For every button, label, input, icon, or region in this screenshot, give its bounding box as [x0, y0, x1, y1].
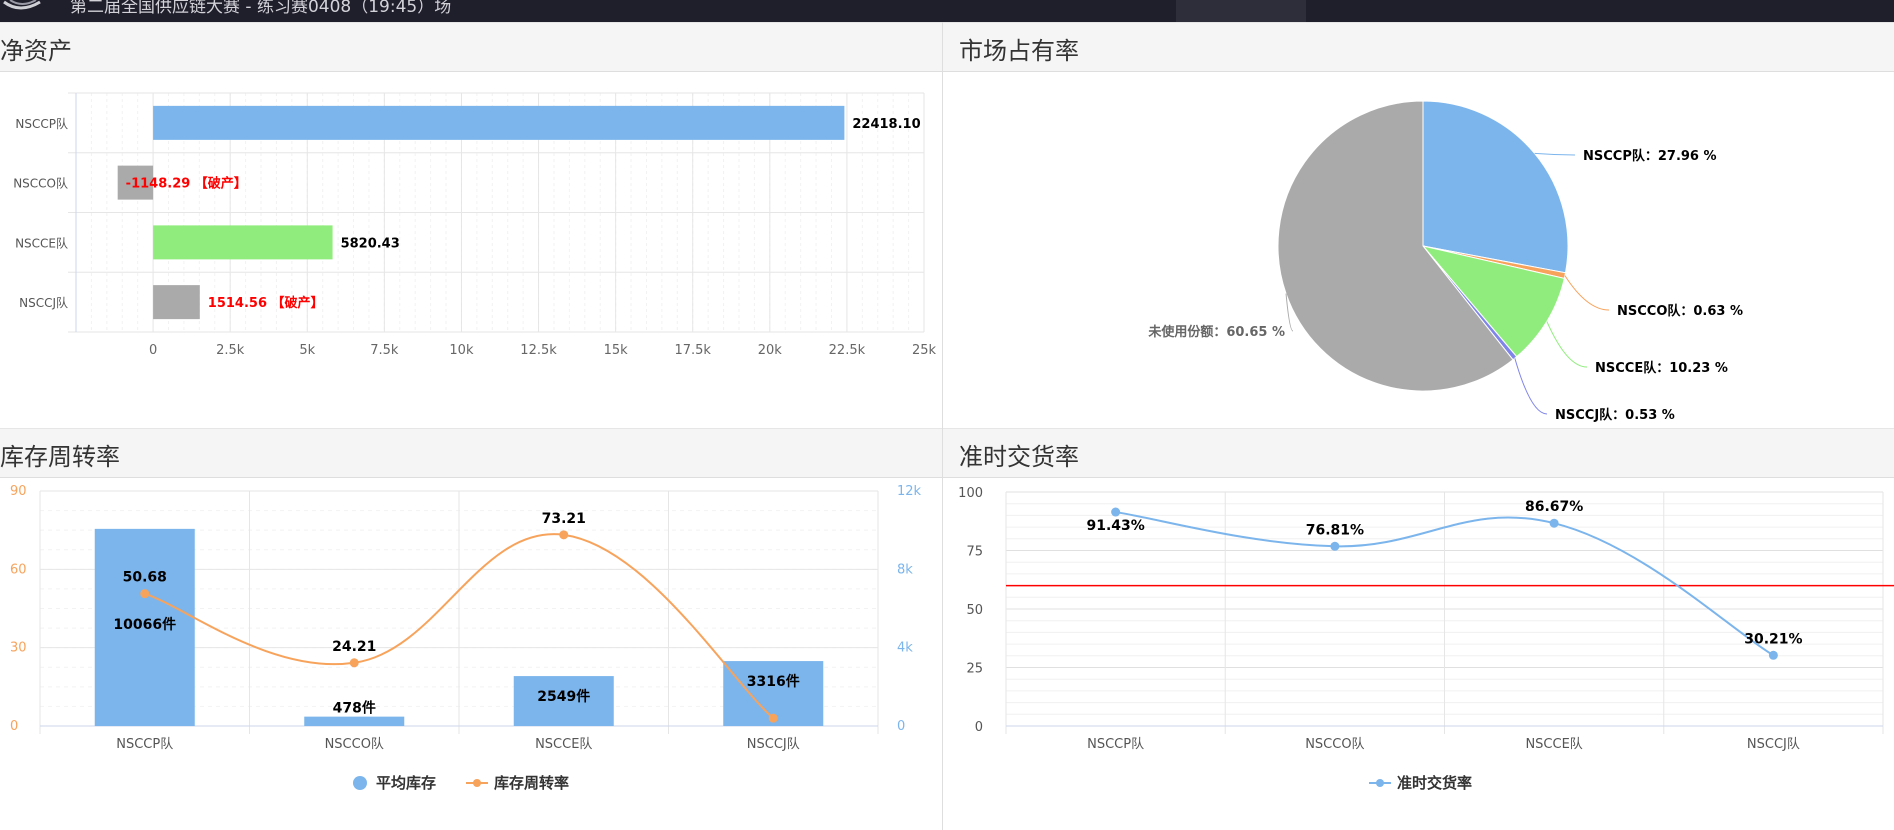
pie-label: NSCCO队：0.63 %	[1617, 304, 1743, 319]
panel-title: 库存周转率	[0, 443, 120, 471]
bar-data-label: 478件	[333, 700, 376, 717]
y-tick-label: 75	[966, 545, 983, 560]
x-tick-label: NSCCO队	[325, 737, 384, 752]
x-tick-label: 12.5k	[520, 343, 557, 358]
x-tick-label: 10k	[449, 343, 474, 358]
y-tick-label: NSCCO队	[13, 176, 68, 191]
panel-title: 准时交货率	[959, 443, 1079, 471]
right-y-tick-label: 8k	[897, 562, 913, 577]
line-data-label: 73.21	[542, 511, 586, 527]
line-data-label: 76.81%	[1306, 522, 1364, 538]
bar-data-label: 10066件	[113, 616, 176, 633]
x-tick-label: NSCCJ队	[1747, 737, 1800, 752]
logo-icon	[0, 0, 44, 22]
data-label: 22418.10	[852, 117, 920, 132]
legend-label: 准时交货率	[1397, 774, 1472, 792]
x-tick-label: NSCCE队	[1525, 737, 1582, 752]
left-y-tick-label: 0	[10, 719, 18, 734]
line-data-label: 86.67%	[1525, 499, 1583, 515]
x-tick-label: 2.5k	[216, 343, 245, 358]
x-tick-label: NSCCJ队	[747, 737, 800, 752]
on-time-delivery-panel: 准时交货率 0 25 50 75 100 NSCCP队 NSCCO队 NSCCE队 NSCCJ队…	[943, 428, 1894, 830]
data-label: 1514.56 【破产】	[208, 295, 324, 311]
x-tick-label: 25k	[912, 343, 937, 358]
y-tick-label: 0	[975, 720, 983, 735]
y-tick-label: 25	[966, 662, 983, 677]
line-data-label: 24.21	[332, 639, 376, 655]
x-tick-label: NSCCP队	[1087, 737, 1144, 752]
x-tick-label: 0	[149, 343, 157, 358]
right-y-tick-label: 0	[897, 719, 905, 734]
x-tick-label: NSCCP队	[116, 737, 173, 752]
legend-label: 平均库存	[376, 774, 436, 792]
line-data-label: 30.21%	[1744, 631, 1802, 647]
pie-slice	[1422, 100, 1569, 274]
inventory-turnover-chart: 0 30 60 90 0 4k 8k 12k NSCCP队 NSCCO队 NSCCE队 NSCCJ队 1…	[10, 484, 922, 792]
x-tick-label: 22.5k	[829, 343, 866, 358]
line-point	[1768, 650, 1778, 660]
bar	[153, 285, 200, 320]
pie-connector	[1534, 152, 1576, 156]
x-tick-label: 5k	[299, 343, 315, 358]
line-data-label: 50.68	[123, 570, 167, 586]
app-header: 第二届全国供应链大赛 - 练习赛0408（19:45）场	[0, 0, 1894, 22]
panel-title: 净资产	[0, 37, 72, 65]
left-y-tick-label: 30	[10, 641, 27, 656]
line-point	[349, 658, 359, 668]
x-tick-label: 15k	[604, 343, 629, 358]
left-y-tick-label: 60	[10, 562, 27, 577]
right-y-tick-label: 12k	[897, 484, 922, 499]
panel-header: 库存周转率	[0, 428, 942, 478]
bar	[304, 716, 405, 726]
net-assets-chart: 0 2.5k 5k 7.5k 10k 12.5k 15k 17.5k 20k 22.5k 25k NS…	[13, 92, 937, 358]
line-point	[140, 589, 150, 599]
left-y-tick-label: 90	[10, 484, 27, 499]
pie-connector	[1564, 275, 1610, 311]
pie-label: 未使用份额：60.65 %	[1147, 324, 1285, 340]
line-point	[559, 530, 569, 540]
inventory-turnover-panel: 库存周转率 0 30 60 90 0 4k 8k 12k NSCCP队 NSCCO队 NSCCE队 N…	[0, 428, 942, 830]
panel-header: 准时交货率	[943, 428, 1894, 478]
y-tick-label: NSCCE队	[15, 235, 68, 250]
header-tab[interactable]	[1176, 0, 1306, 22]
line-point	[1330, 541, 1340, 551]
y-tick-label: 50	[966, 603, 983, 618]
x-tick-label: NSCCE队	[535, 737, 592, 752]
app-title: 第二届全国供应链大赛 - 练习赛0408（19:45）场	[70, 0, 452, 17]
x-tick-label: 17.5k	[674, 343, 711, 358]
legend-marker	[473, 779, 481, 787]
on-time-delivery-chart: 0 25 50 75 100 NSCCP队 NSCCO队 NSCCE队 NSCCJ队 91.43%…	[958, 486, 1894, 792]
pie-connector	[1514, 358, 1548, 415]
market-share-panel: 市场占有率 NSCCP队：27.96 % NSCCO队：0.63 % NSCCE队：…	[943, 22, 1894, 428]
right-y-tick-label: 4k	[897, 641, 913, 656]
bar-data-label: 2549件	[537, 688, 590, 705]
bar	[153, 225, 333, 260]
x-tick-label: NSCCO队	[1305, 737, 1364, 752]
panel-header: 净资产	[0, 22, 942, 72]
y-tick-label: NSCCJ队	[19, 295, 68, 310]
x-tick-label: 7.5k	[370, 343, 399, 358]
panel-header: 市场占有率	[943, 22, 1894, 72]
y-tick-label: NSCCP队	[15, 116, 68, 131]
line-point	[768, 713, 778, 723]
pie-label: NSCCJ队：0.53 %	[1555, 408, 1675, 423]
market-share-chart: NSCCP队：27.96 % NSCCO队：0.63 % NSCCE队：10.23 …	[1147, 100, 1743, 423]
net-assets-panel: 净资产 0 2.5k 5k 7.5k 10k 12.5k 15k 17.5k 20k 22.5k 2…	[0, 22, 942, 428]
line-point	[1549, 518, 1559, 528]
data-label: -1148.29 【破产】	[126, 176, 247, 192]
legend-marker	[1376, 779, 1384, 787]
y-tick-label: 100	[958, 486, 983, 501]
bar-data-label: 3316件	[747, 673, 800, 690]
pie-label: NSCCE队：10.23 %	[1595, 361, 1728, 376]
pie-connector	[1546, 321, 1588, 368]
line-point	[1111, 507, 1121, 517]
pie-label: NSCCP队：27.96 %	[1583, 149, 1717, 164]
panel-title: 市场占有率	[959, 37, 1079, 65]
data-label: 5820.43	[341, 236, 400, 251]
x-tick-label: 20k	[758, 343, 783, 358]
legend-marker	[353, 776, 367, 790]
line-data-label: 91.43%	[1086, 518, 1144, 534]
legend-label: 库存周转率	[494, 774, 569, 792]
bar	[153, 105, 845, 140]
